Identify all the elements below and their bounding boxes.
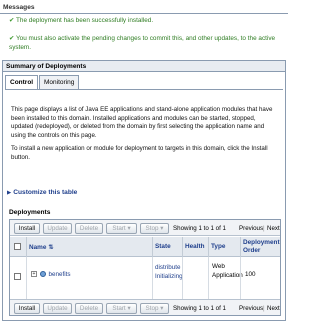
column-name[interactable]: Name ⇅ [26, 237, 152, 257]
previous-link[interactable]: Previous [239, 305, 263, 312]
messages-divider [0, 13, 288, 14]
select-all-cell [10, 237, 26, 257]
application-icon [39, 271, 46, 278]
pager-separator: | [263, 305, 265, 312]
next-link[interactable]: Next [267, 225, 280, 232]
update-button[interactable]: Update [43, 303, 72, 314]
success-message-text: The deployment has been successfully ins… [16, 17, 154, 24]
name-cell: + benefits [26, 257, 152, 299]
stop-button[interactable]: Stop ▾ [140, 303, 169, 314]
update-button[interactable]: Update [43, 223, 72, 234]
table-header: Name ⇅ State Health Type Deployment Orde… [10, 237, 280, 257]
check-icon: ✔ [9, 35, 15, 42]
stop-button-label: Stop [145, 225, 159, 232]
activate-message-text: You must also activate the pending chang… [9, 35, 276, 51]
messages-header: Messages [3, 4, 35, 11]
table-toolbar-bottom: Install Update Delete Start ▾ Stop ▾ Sho… [10, 299, 280, 315]
tab-control[interactable]: Control [5, 75, 38, 90]
state-value[interactable]: distribute Initializing [155, 263, 183, 281]
start-button-label: Start [112, 305, 126, 312]
previous-link[interactable]: Previous [239, 225, 263, 232]
row-checkbox[interactable] [14, 273, 21, 280]
start-button-label: Start [112, 225, 126, 232]
customize-table-label: Customize this table [13, 189, 78, 196]
messages-area: Messages ✔ The deployment has been succes… [0, 0, 288, 60]
page-description: This page displays a list of Java EE app… [11, 106, 273, 139]
select-all-checkbox[interactable] [14, 243, 21, 250]
table-toolbar-top: Install Update Delete Start ▾ Stop ▾ Sho… [10, 220, 280, 236]
column-health[interactable]: Health [182, 237, 208, 257]
app-link[interactable]: benefits [49, 271, 71, 278]
column-name-label: Name [29, 244, 47, 251]
health-cell [182, 257, 208, 299]
next-link[interactable]: Next [267, 305, 280, 312]
column-type[interactable]: Type [208, 237, 240, 257]
pager-top: Showing 1 to 1 of 1 Previous | Next [173, 225, 280, 232]
stop-button[interactable]: Stop ▾ [140, 223, 169, 234]
check-icon: ✔ [9, 17, 15, 24]
sort-icon: ⇅ [48, 244, 54, 251]
install-hint: To install a new application or module f… [11, 145, 268, 161]
delete-button[interactable]: Delete [75, 223, 103, 234]
pager-status: Showing 1 to 1 of 1 [173, 225, 226, 232]
activate-message: ✔ You must also activate the pending chan… [9, 34, 281, 52]
dropdown-arrow-icon: ▾ [127, 225, 131, 232]
summary-panel: Summary of Deployments Control Monitorin… [2, 60, 286, 321]
start-button[interactable]: Start ▾ [106, 223, 137, 234]
state-cell: distribute Initializing [152, 257, 183, 299]
customize-table-link[interactable]: ▶ Customize this table [7, 189, 77, 196]
pager-bottom: Showing 1 to 1 of 1 Previous | Next [173, 305, 280, 312]
start-button[interactable]: Start ▾ [106, 303, 137, 314]
column-deployment-order[interactable]: Deployment Order [240, 237, 280, 257]
row-select-cell [10, 257, 26, 299]
install-button[interactable]: Install [14, 223, 40, 234]
deployments-table: Install Update Delete Start ▾ Stop ▾ Sho… [9, 219, 281, 316]
order-value: 100 [245, 271, 256, 278]
tab-divider [5, 89, 283, 90]
order-cell: 100 [240, 257, 280, 299]
dropdown-arrow-icon: ▾ [127, 305, 131, 312]
stop-button-label: Stop [145, 305, 159, 312]
dropdown-arrow-icon: ▾ [160, 305, 164, 312]
pager-separator: | [263, 225, 265, 232]
deployments-label: Deployments [9, 209, 51, 216]
delete-button[interactable]: Delete [75, 303, 103, 314]
type-cell: Web Application [208, 257, 243, 299]
dropdown-arrow-icon: ▾ [160, 225, 164, 232]
plus-icon[interactable]: + [31, 271, 37, 278]
expand-triangle-icon: ▶ [7, 190, 12, 196]
table-row: + benefits distribute Initializing Web A… [10, 257, 280, 299]
success-message: ✔ The deployment has been successfully in… [9, 16, 153, 25]
type-value: Web Application [212, 263, 243, 279]
column-state[interactable]: State [152, 237, 182, 257]
pager-status: Showing 1 to 1 of 1 [173, 305, 226, 312]
app-name: + benefits [31, 271, 71, 278]
install-button[interactable]: Install [14, 303, 40, 314]
panel-title: Summary of Deployments [3, 61, 285, 72]
tab-monitoring[interactable]: Monitoring [39, 75, 79, 89]
